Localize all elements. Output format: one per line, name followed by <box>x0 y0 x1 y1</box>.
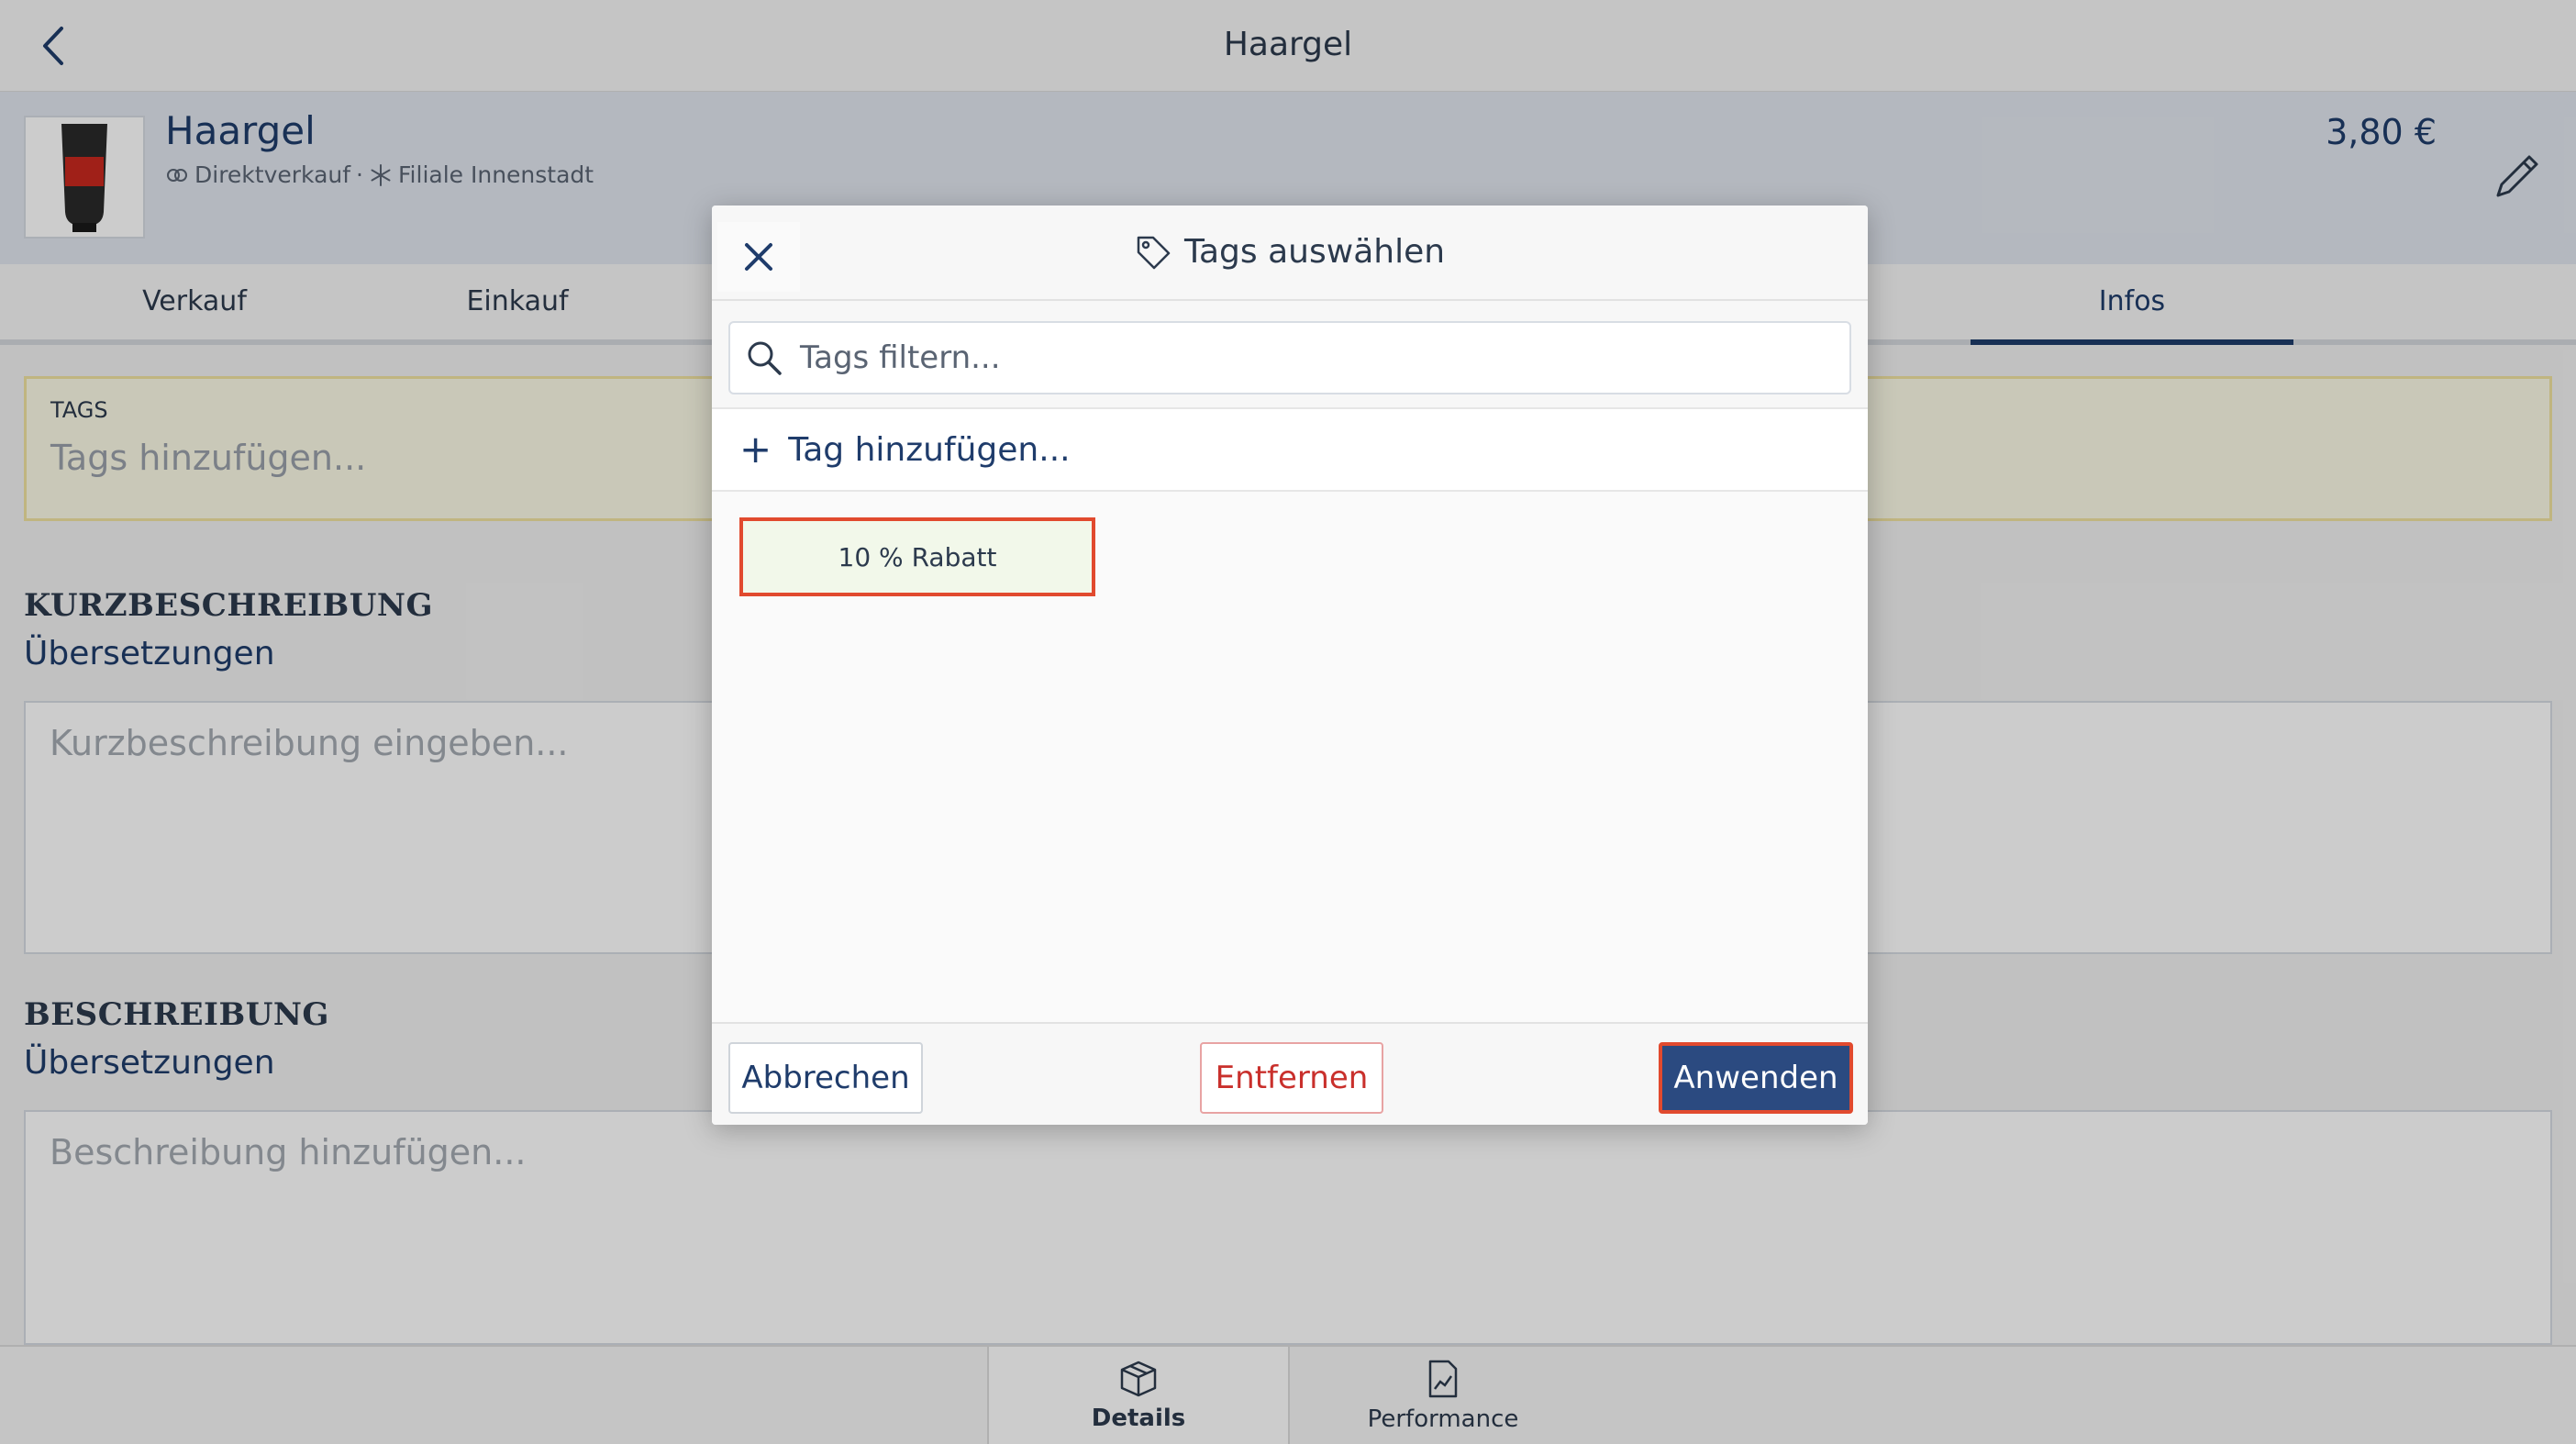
tag-chip-10-rabatt[interactable]: 10 % Rabatt <box>739 517 1095 596</box>
modal-title: Tags auswählen <box>712 233 1868 271</box>
tags-filter-input[interactable]: Tags filtern... <box>728 321 1851 394</box>
tags-modal: Tags auswählen Tags filtern... + Tag hin… <box>712 205 1868 1125</box>
tags-filter-placeholder: Tags filtern... <box>800 339 1001 376</box>
modal-footer: Abbrechen Entfernen Anwenden <box>712 1022 1868 1125</box>
add-tag-label: Tag hinzufügen... <box>788 430 1071 469</box>
add-tag-button[interactable]: + Tag hinzufügen... <box>712 407 1868 492</box>
tag-list: 10 % Rabatt <box>712 492 1868 1022</box>
modal-header: Tags auswählen <box>712 205 1868 301</box>
search-icon <box>748 341 782 375</box>
cancel-button[interactable]: Abbrechen <box>728 1042 923 1114</box>
remove-button[interactable]: Entfernen <box>1200 1042 1383 1114</box>
tag-icon <box>1137 236 1171 269</box>
modal-title-text: Tags auswählen <box>1183 233 1446 271</box>
plus-icon: + <box>739 427 772 472</box>
apply-button[interactable]: Anwenden <box>1659 1042 1853 1114</box>
